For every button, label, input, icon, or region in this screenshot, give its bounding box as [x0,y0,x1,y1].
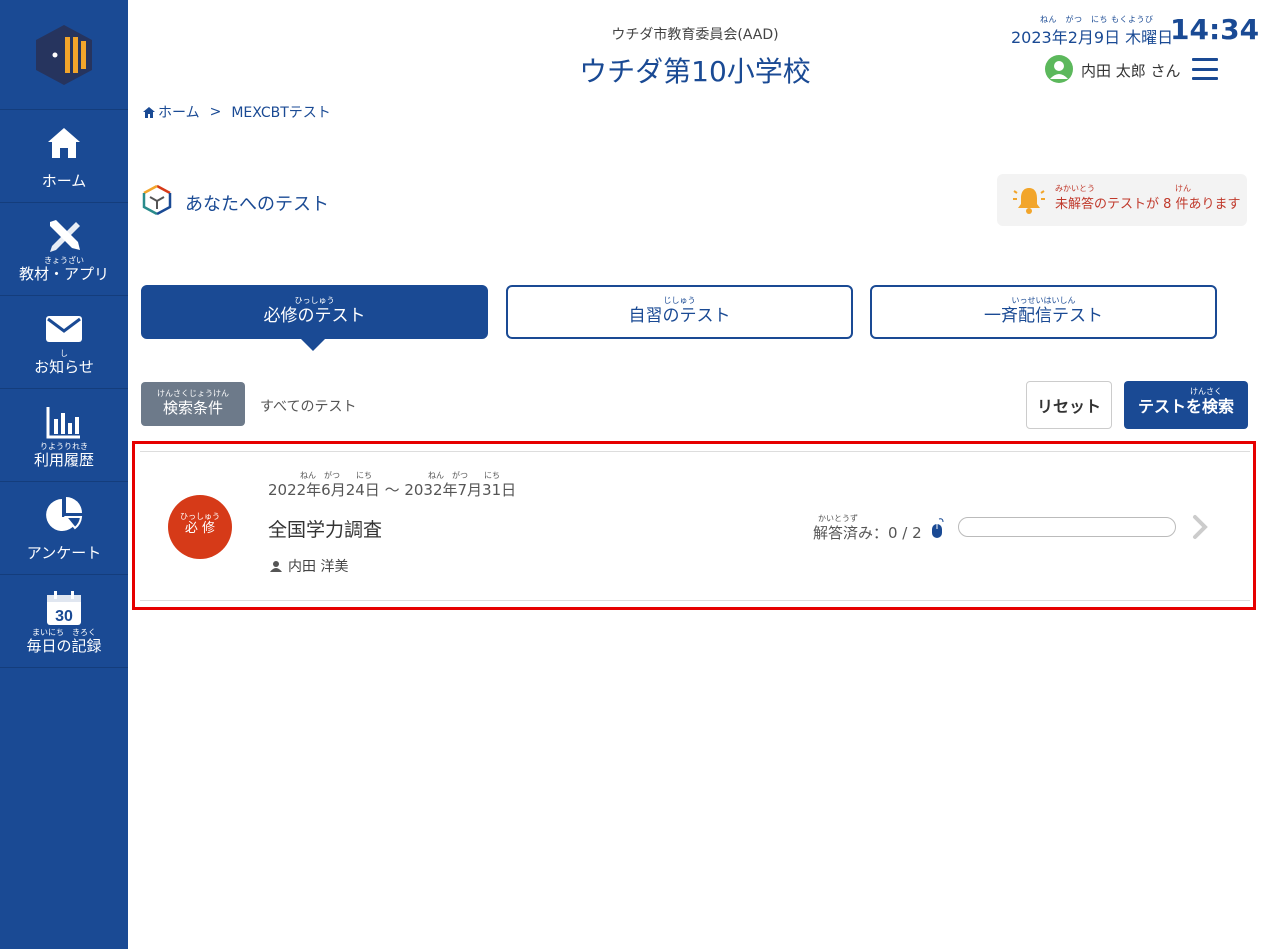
badge-ruby: ひっしゅう [180,512,220,521]
tab-required-tests[interactable]: ひっしゅう 必修のテスト [141,285,488,339]
test-author: 内田 洋美 [270,556,348,576]
alert-text: 未解答のテストが 8 件あります [1055,197,1241,212]
search-condition-label: 検索条件 [162,399,223,417]
logo-icon [36,24,92,85]
tab-label: 必修のテスト [263,306,366,326]
test-title: 全国学力調査 [268,519,383,541]
sidebar-item-label: 教材・アプリ [18,264,109,283]
home-small-icon [143,106,155,118]
answered-count: 解答済み：0 / 2 [813,524,922,542]
sidebar-item-materials[interactable]: きょうざい 教材・アプリ [0,203,128,296]
user-name[interactable]: 内田 太郎 さん [1081,60,1181,81]
sidebar-item-home[interactable]: ホーム [0,110,128,203]
author-name: 内田 洋美 [288,559,349,575]
search-condition-ruby: けんさくじょうけん [157,389,229,398]
tab-self-study-tests[interactable]: じしゅう 自習のテスト [506,285,853,339]
reset-button[interactable]: リセット [1026,381,1112,429]
tab-ruby: ひっしゅう [294,296,335,305]
organization-name: ウチダ市教育委員会(AAD) [611,27,779,43]
sidebar-item-survey[interactable]: アンケート [0,482,128,575]
badge-label: 必 修 [184,521,216,536]
sidebar-item-ruby: きょうざい [44,255,84,265]
unanswered-alert[interactable]: みかいとう けん 未解答のテストが 8 件あります [997,174,1247,226]
sidebar-item-ruby: し [60,348,68,358]
search-condition-value: すべてのテスト [260,399,357,415]
sidebar-item-label: 毎日の記録 [26,636,102,655]
current-date: 2023年2月9日 木曜日 [1011,28,1174,47]
tab-ruby: じしゅう [663,296,696,305]
search-button-label: テストを検索 [1137,397,1234,416]
sidebar-item-label: アンケート [26,543,102,562]
bell-icon [1013,185,1045,219]
required-badge: ひっしゅう 必 修 [168,495,232,559]
hamburger-menu-icon[interactable] [1192,58,1218,80]
active-tab-indicator [300,338,326,351]
calendar-icon: 30 [46,588,82,628]
sidebar-item-label: 利用履歴 [33,450,94,469]
sidebar-item-ruby: りようりれき [40,441,88,451]
app-logo[interactable] [0,0,128,110]
tab-label: 自習のテスト [628,306,731,326]
pie-chart-icon [45,495,83,535]
sidebar-item-notices[interactable]: し お知らせ [0,296,128,389]
sidebar-item-label: ホーム [41,171,87,190]
answer-progress-bar [958,517,1176,537]
section-title: あなたへのテスト [185,194,329,215]
chevron-right-icon[interactable] [1192,514,1208,544]
sidebar-item-usage-history[interactable]: りようりれき 利用履歴 [0,389,128,482]
calendar-day-text: 30 [55,608,73,625]
breadcrumb-current: MEXCBTテスト [231,105,331,121]
search-tests-button[interactable]: けんさく テストを検索 [1124,381,1248,429]
bar-chart-icon [46,402,82,442]
test-cube-icon [142,184,172,220]
breadcrumb: ホーム > MEXCBTテスト [142,102,331,122]
tab-label: 一斉配信テスト [984,306,1103,326]
search-condition-button[interactable]: けんさくじょうけん 検索条件 [141,382,245,426]
mouse-icon [931,518,945,544]
tab-ruby: いっせいはいしん [1011,296,1076,305]
user-avatar-icon[interactable] [1045,55,1073,83]
breadcrumb-separator: > [209,104,222,120]
pencil-tools-icon [46,216,82,256]
envelope-icon [45,309,83,349]
date-range: 2022年6月24日 〜 2032年7月31日 [268,481,517,499]
sidebar-item-ruby: まいにち きろく [32,627,96,637]
school-title: ウチダ第10小学校 [579,55,811,88]
breadcrumb-home[interactable]: ホーム [142,102,200,122]
tab-broadcast-tests[interactable]: いっせいはいしん 一斉配信テスト [870,285,1217,339]
person-icon [270,561,282,572]
home-icon [46,123,82,163]
sidebar: ホーム きょうざい 教材・アプリ し お知らせ りようりれき 利用履歴 アンケー… [0,0,128,949]
sidebar-item-daily-record[interactable]: 30 まいにち きろく 毎日の記録 [0,575,128,668]
search-button-ruby: けんさく [1190,387,1222,396]
test-card[interactable]: ひっしゅう 必 修 ねん がつ にち ねん がつ にち 2022年6月24日 〜… [140,451,1250,601]
current-time: 14:34 [1170,13,1260,46]
sidebar-item-label: お知らせ [34,357,94,376]
